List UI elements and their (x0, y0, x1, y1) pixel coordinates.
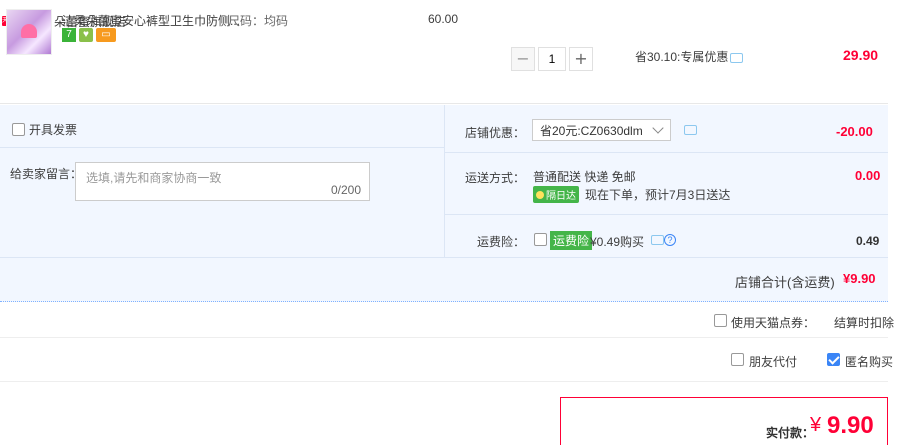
quantity-stepper: − + (511, 47, 593, 71)
invoice-checkbox[interactable] (12, 123, 25, 136)
coupon-selected-value: 省20元:CZ0630dlm (540, 123, 643, 138)
insurance-icon[interactable]: ♥ (79, 28, 93, 42)
panel-divider (444, 105, 445, 257)
panel-row-divider (444, 152, 888, 153)
anonymous-label: 匿名购买 (845, 355, 894, 369)
divider (0, 337, 888, 338)
anonymous-checkbox[interactable] (827, 353, 840, 366)
shop-total-value: ¥9.90 (843, 271, 876, 286)
message-label: 给卖家留言： (10, 167, 83, 181)
cart-item-row (0, 36, 888, 104)
insurance-price: ¥0.49购买 (590, 235, 645, 249)
product-spec: 尺码：均码 (228, 14, 289, 28)
quantity-increase-button[interactable]: + (569, 47, 593, 71)
coupon-label: 店铺优惠： (465, 126, 526, 140)
chevron-down-icon (652, 122, 664, 134)
product-title-link[interactable]: 洁柔朵蕾蜜安心裤型卫生巾防侧... (62, 12, 240, 29)
quantity-input[interactable] (538, 47, 566, 71)
service-icons: 7 ♥ ▭ (62, 28, 116, 42)
panel-row-divider (0, 257, 888, 258)
item-promo-text: 省30.10:专属优惠 (635, 50, 729, 64)
next-day-badge: 隔日达 (533, 186, 579, 203)
quantity-decrease-button[interactable]: − (511, 47, 535, 71)
insurance-chat-icon[interactable] (651, 235, 664, 245)
promo-chat-icon[interactable] (730, 53, 743, 63)
seven-day-return-icon[interactable]: 7 (62, 28, 76, 42)
friend-pay-checkbox[interactable] (731, 353, 744, 366)
product-thumbnail[interactable] (6, 9, 52, 55)
friend-pay-label: 朋友代付 (749, 355, 798, 369)
item-subtotal: 29.90 (843, 47, 879, 63)
credit-card-icon[interactable]: ▭ (96, 28, 116, 42)
panel-row-divider (444, 214, 888, 215)
next-day-badge-text: 隔日达 (546, 191, 576, 202)
divider (0, 381, 888, 382)
shipping-label: 运送方式： (465, 171, 526, 185)
product-heart-graphic (21, 24, 37, 38)
coupon-select[interactable]: 省20元:CZ0630dlm (532, 119, 671, 141)
insurance-badge: 运费险 (550, 231, 593, 250)
payment-label: 实付款： (766, 426, 815, 440)
points-label: 使用天猫点券： (731, 316, 816, 330)
payment-total: 9.90 (827, 412, 874, 439)
points-note: 结算时扣除 (834, 316, 895, 330)
help-icon[interactable]: ? (664, 234, 676, 246)
insurance-checkbox[interactable] (534, 233, 547, 246)
coupon-amount: -20.00 (836, 124, 873, 139)
clock-icon (536, 190, 544, 199)
currency-symbol: ¥ (810, 414, 822, 436)
message-char-count: 0/200 (330, 183, 361, 197)
insurance-amount: 0.49 (856, 234, 880, 248)
shop-total-label: 店铺合计(含运费) (735, 275, 835, 290)
message-input[interactable] (76, 163, 369, 200)
panel-row-divider (0, 147, 444, 148)
points-checkbox[interactable] (714, 314, 727, 327)
delivery-estimate: 现在下单，预计7月3日送达 (585, 188, 731, 202)
shipping-amount: 0.00 (855, 168, 881, 183)
invoice-label: 开具发票 (29, 123, 78, 137)
coupon-chat-icon[interactable] (684, 125, 697, 135)
insurance-label: 运费险： (477, 235, 526, 249)
message-box: 0/200 (75, 162, 370, 201)
shipping-method: 普通配送 快递 免邮 (533, 170, 636, 184)
unit-price: 60.00 (428, 12, 459, 26)
invoice-option[interactable]: 开具发票 (12, 121, 77, 138)
